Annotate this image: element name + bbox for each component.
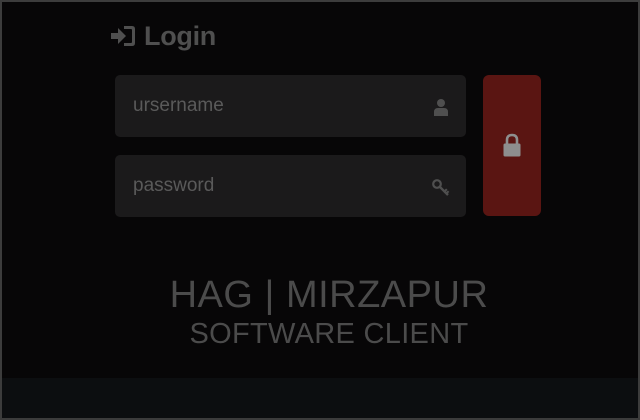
sign-in-icon — [111, 26, 135, 46]
brand-subtitle: SOFTWARE CLIENT — [189, 318, 469, 350]
user-icon — [434, 99, 448, 116]
password-input[interactable] — [115, 155, 466, 217]
login-submit-button[interactable] — [483, 75, 541, 216]
username-input[interactable] — [115, 75, 466, 137]
login-window: Login HAG | MIRZAPUR SOFTWARE CLIENT — [0, 0, 640, 420]
footer-bar — [2, 378, 638, 418]
login-title: Login — [144, 20, 216, 51]
brand-title: HAG | MIRZAPUR — [169, 274, 489, 316]
username-field — [115, 75, 466, 137]
key-icon — [432, 179, 450, 196]
lock-icon — [503, 133, 521, 157]
password-field — [115, 155, 466, 217]
login-heading: Login — [110, 20, 216, 52]
